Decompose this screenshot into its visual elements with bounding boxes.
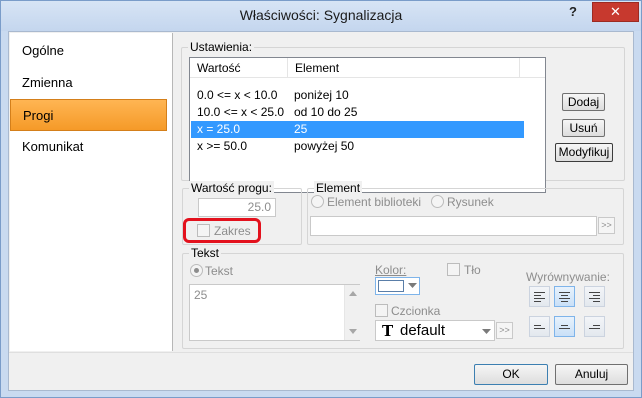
color-label: Kolor: [375, 263, 407, 277]
ok-button[interactable]: OK [474, 364, 548, 385]
column-header-element[interactable]: Element [288, 58, 520, 78]
drawing-radio[interactable] [431, 195, 444, 208]
ustawienia-legend: Ustawienia: [188, 40, 255, 54]
properties-dialog: Właściwości: Sygnalizacja ? ✕ Ogólne Zmi… [0, 0, 642, 398]
font-label: Czcionka [391, 304, 441, 318]
list-item[interactable]: 10.0 <= x < 25.0 od 10 do 25 [191, 104, 524, 121]
remove-button[interactable]: Usuń [562, 119, 605, 137]
chevron-down-icon [482, 329, 491, 334]
align-middle-left-button[interactable] [529, 316, 550, 337]
list-header: Wartość Element [190, 58, 545, 78]
align-top-center-button[interactable] [554, 286, 575, 307]
text-option-radio[interactable] [190, 264, 203, 277]
align-middle-left-icon [534, 325, 545, 329]
background-checkbox[interactable] [447, 263, 460, 276]
font-browse-button[interactable]: >> [496, 322, 513, 339]
font-selector[interactable]: T default [375, 320, 495, 341]
align-top-right-button[interactable] [584, 286, 605, 307]
row-value: 0.0 <= x < 10.0 [197, 88, 278, 102]
close-button[interactable]: ✕ [592, 2, 639, 22]
align-center-icon [559, 292, 570, 302]
font-checkbox[interactable] [375, 304, 388, 317]
list-item[interactable]: 0.0 <= x < 10.0 poniżej 10 [191, 87, 524, 104]
row-value: x = 25.0 [197, 122, 241, 136]
row-element: powyżej 50 [294, 139, 355, 153]
thresholds-list[interactable]: Wartość Element 0.0 <= x < 10.0 poniżej … [189, 57, 546, 193]
threshold-value-input[interactable]: 25.0 [198, 198, 276, 217]
color-picker[interactable] [375, 277, 420, 295]
font-type-icon: T [382, 322, 394, 340]
drawing-label: Rysunek [447, 195, 494, 209]
column-header-wartosc[interactable]: Wartość [190, 58, 288, 78]
nav-item-ogolne[interactable]: Ogólne [10, 35, 167, 67]
row-value: x >= 50.0 [197, 139, 248, 153]
color-swatch [378, 280, 404, 292]
align-left-icon [534, 292, 545, 302]
cancel-button[interactable]: Anuluj [555, 364, 628, 385]
text-option-label: Tekst [205, 264, 234, 278]
nav-item-komunikat[interactable]: Komunikat [10, 131, 167, 163]
text-scrollbar[interactable] [344, 285, 361, 340]
align-right-icon [589, 292, 600, 302]
list-item[interactable]: x >= 50.0 powyżej 50 [191, 138, 524, 155]
chevron-down-icon [408, 283, 417, 288]
align-top-left-button[interactable] [529, 286, 550, 307]
element-browse-button[interactable]: >> [598, 217, 615, 234]
row-value: 10.0 <= x < 25.0 [197, 105, 285, 119]
alignment-label: Wyrównywanie: [526, 270, 610, 284]
text-value: 25 [194, 288, 208, 302]
threshold-value-legend: Wartość progu: [189, 181, 274, 195]
category-list: Ogólne Zmienna Progi Komunikat [10, 33, 173, 351]
library-element-label: Element biblioteki [327, 195, 422, 209]
row-element: poniżej 10 [294, 88, 349, 102]
nav-item-progi[interactable]: Progi [10, 99, 167, 131]
dialog-footer: OK Anuluj [9, 352, 633, 390]
font-value: default [400, 322, 446, 339]
row-element: 25 [294, 122, 308, 136]
help-button[interactable]: ? [557, 2, 589, 22]
element-legend: Element [314, 181, 363, 195]
window-title: Właściwości: Sygnalizacja [239, 7, 403, 23]
element-path-input[interactable] [310, 216, 597, 236]
scroll-up-icon[interactable] [349, 291, 357, 296]
scroll-down-icon[interactable] [349, 329, 357, 334]
background-label: Tło [464, 263, 481, 277]
dialog-body: Ogólne Zmienna Progi Komunikat Ustawieni… [8, 31, 634, 391]
text-value-textarea[interactable]: 25 [189, 284, 360, 341]
title-bar[interactable]: Właściwości: Sygnalizacja ? ✕ [1, 1, 641, 31]
align-middle-center-button[interactable] [554, 316, 575, 337]
add-button[interactable]: Dodaj [562, 93, 605, 111]
library-element-radio[interactable] [311, 195, 324, 208]
align-middle-center-icon [559, 325, 570, 329]
text-legend: Tekst [189, 246, 222, 260]
modify-button[interactable]: Modyfikuj [555, 143, 613, 162]
highlight-annotation [183, 218, 261, 243]
align-middle-right-icon [589, 325, 600, 329]
row-element: od 10 do 25 [294, 105, 358, 119]
list-item-selected[interactable]: x = 25.0 25 [191, 121, 524, 138]
align-middle-right-button[interactable] [584, 316, 605, 337]
nav-item-zmienna[interactable]: Zmienna [10, 67, 167, 99]
